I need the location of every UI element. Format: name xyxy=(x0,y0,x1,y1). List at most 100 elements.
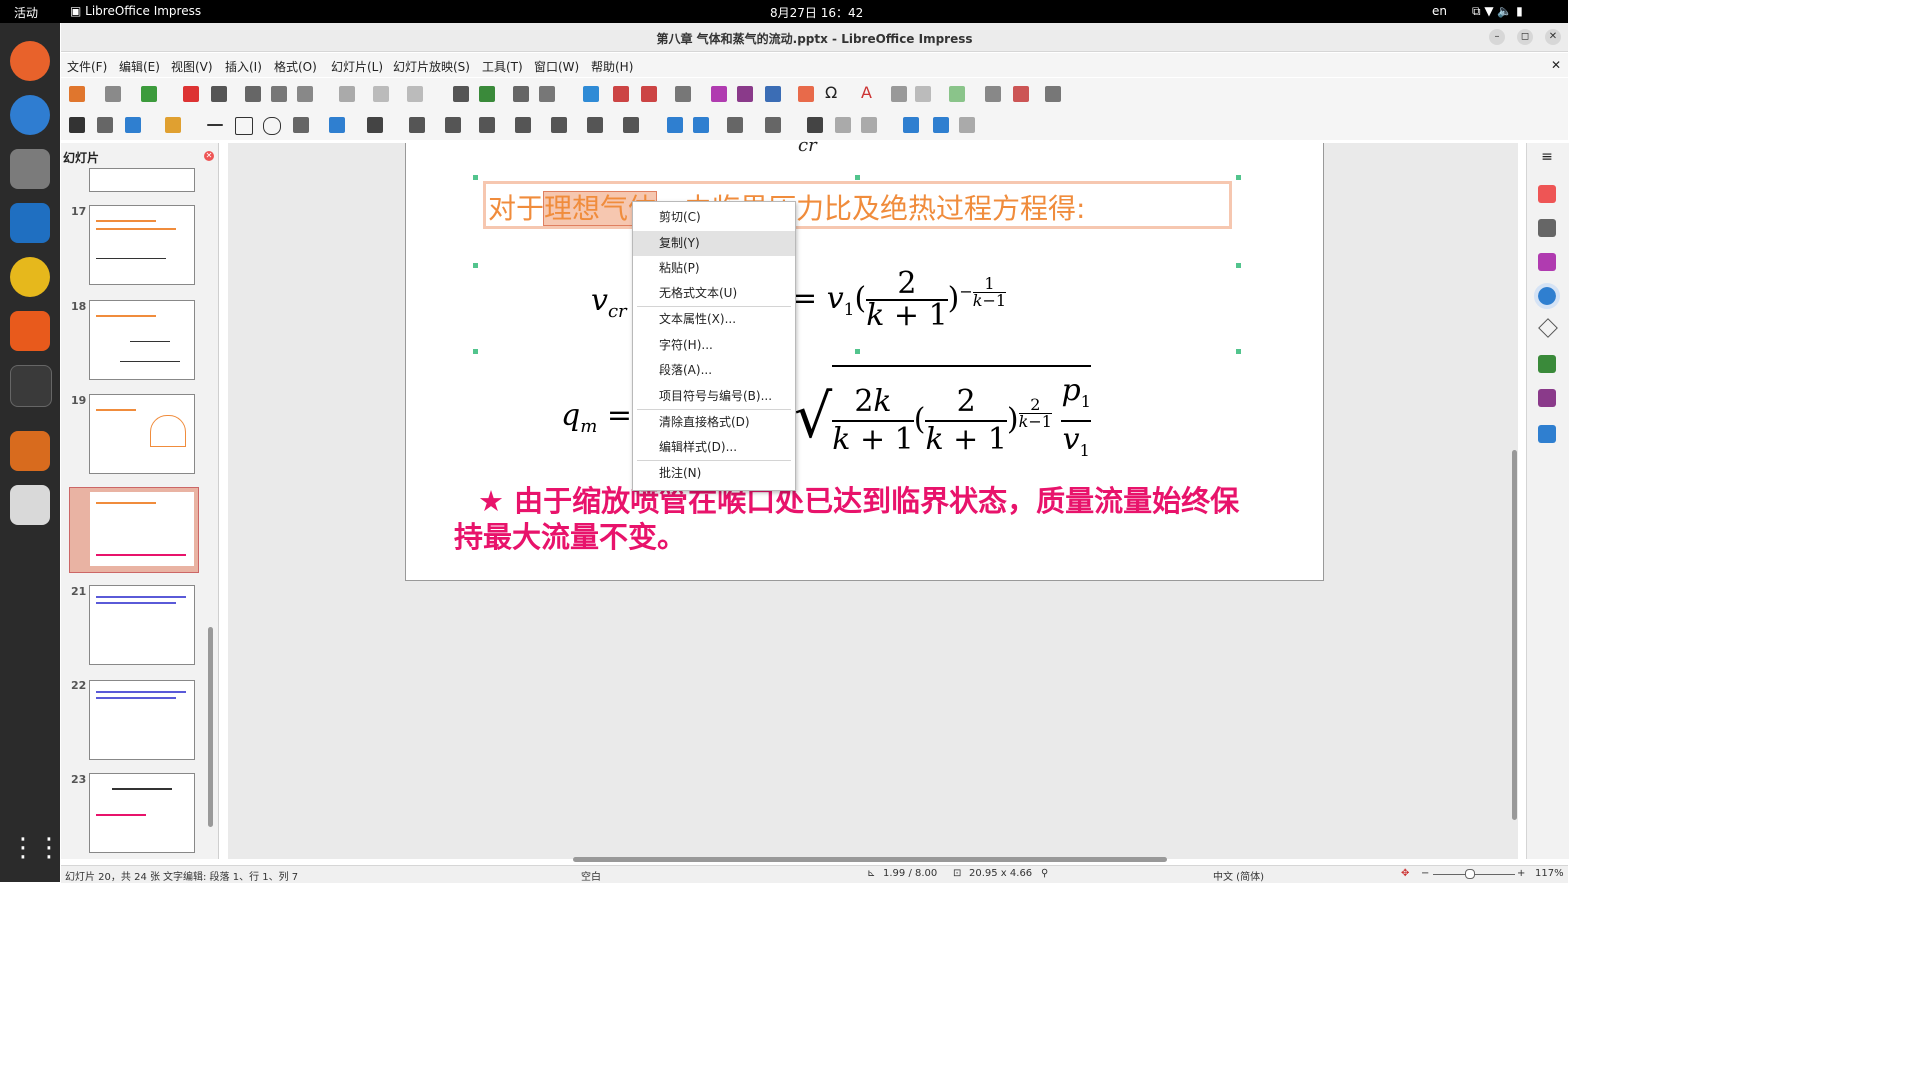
print-icon[interactable] xyxy=(211,86,227,102)
menu-text-attributes[interactable]: 文本属性(X)... xyxy=(633,307,795,332)
redo-icon[interactable] xyxy=(407,86,423,102)
rhythmbox-icon[interactable] xyxy=(10,257,50,297)
slide-thumb-18[interactable] xyxy=(89,300,195,380)
save-icon[interactable] xyxy=(141,86,157,102)
thunderbird-icon[interactable] xyxy=(10,95,50,135)
terminal-icon[interactable] xyxy=(10,365,52,407)
zoom-in-icon[interactable]: + xyxy=(1517,868,1525,879)
fit-slide-icon[interactable]: ✥ xyxy=(1401,868,1409,879)
menu-tools[interactable]: 工具(T) xyxy=(482,58,523,75)
export-pdf-icon[interactable] xyxy=(183,86,199,102)
master-slide-icon[interactable] xyxy=(583,86,599,102)
heading-textbox[interactable]: 对于理想气体，由临界压力比及绝热过程方程得: xyxy=(483,181,1232,229)
open-icon[interactable] xyxy=(105,86,121,102)
menu-format[interactable]: 格式(O) xyxy=(274,58,317,75)
comment-icon[interactable] xyxy=(949,86,965,102)
firefox-icon[interactable] xyxy=(10,41,50,81)
close-pane-icon[interactable]: ✕ xyxy=(204,151,214,161)
trash-icon[interactable] xyxy=(10,485,50,525)
slide-canvas[interactable]: cr 对于理想气体，由临界压力比及绝热过程方程得: vcr = v1(2 k + … xyxy=(405,135,1324,581)
symbol-shapes-icon[interactable] xyxy=(445,117,461,133)
spelling-icon[interactable] xyxy=(479,86,495,102)
slide-thumb-23[interactable] xyxy=(89,773,195,853)
flowchart-icon[interactable] xyxy=(515,117,531,133)
find-replace-icon[interactable] xyxy=(453,86,469,102)
special-character-icon[interactable]: Ω xyxy=(825,83,841,102)
slide-transition-icon[interactable] xyxy=(1538,219,1556,237)
start-current-slide-icon[interactable] xyxy=(641,86,657,102)
close-document-icon[interactable]: ✕ xyxy=(1551,58,1561,72)
curves-icon[interactable] xyxy=(329,117,345,133)
menu-paragraph[interactable]: 段落(A)... xyxy=(633,358,795,383)
align-icon[interactable] xyxy=(693,117,709,133)
rectangle-icon[interactable] xyxy=(235,117,253,135)
menu-edit-style[interactable]: 编辑样式(D)... xyxy=(633,435,795,460)
arrange-icon[interactable] xyxy=(727,117,743,133)
sidebar-menu-icon[interactable]: ≡ xyxy=(1538,149,1556,167)
textbox-icon[interactable] xyxy=(798,86,814,102)
clone-format-icon[interactable] xyxy=(339,86,355,102)
rotate-icon[interactable] xyxy=(667,117,683,133)
menu-help[interactable]: 帮助(H) xyxy=(591,58,633,75)
navigator-icon[interactable] xyxy=(1534,283,1560,309)
chart-icon[interactable] xyxy=(765,86,781,102)
header-footer-icon[interactable] xyxy=(985,86,1001,102)
line-color-icon[interactable] xyxy=(125,117,141,133)
display-views-icon[interactable] xyxy=(539,86,555,102)
gallery-icon[interactable] xyxy=(1538,389,1556,407)
slide-pane-scrollbar[interactable] xyxy=(208,627,213,827)
hyperlink-icon[interactable] xyxy=(891,86,907,102)
slide-thumb-21[interactable] xyxy=(89,585,195,665)
slide-thumb-17[interactable] xyxy=(89,205,195,285)
grid-icon[interactable] xyxy=(513,86,529,102)
activities-button[interactable]: 活动 xyxy=(14,4,38,21)
app-grid-icon[interactable]: ⋮⋮ xyxy=(10,828,62,868)
slide-thumb-16[interactable] xyxy=(89,168,195,192)
shapes-icon[interactable] xyxy=(1045,86,1061,102)
draw-icon[interactable] xyxy=(915,86,931,102)
menu-view[interactable]: 视图(V) xyxy=(171,58,213,75)
fontwork-icon[interactable]: A xyxy=(861,83,877,102)
menu-file[interactable]: 文件(F) xyxy=(67,58,107,75)
line-icon[interactable] xyxy=(207,124,223,126)
distribute-icon[interactable] xyxy=(765,117,781,133)
properties-icon[interactable] xyxy=(1538,185,1556,203)
zoom-slider-thumb[interactable] xyxy=(1465,869,1475,879)
zoom-pan-icon[interactable] xyxy=(97,117,113,133)
3d-objects-icon[interactable] xyxy=(623,117,639,133)
start-first-slide-icon[interactable] xyxy=(613,86,629,102)
menu-insert[interactable]: 插入(I) xyxy=(225,58,262,75)
fill-color-icon[interactable] xyxy=(165,117,181,133)
shapes-gallery-icon[interactable] xyxy=(1538,318,1558,338)
menu-copy[interactable]: 复制(Y) xyxy=(633,231,795,256)
show-draw-functions-icon[interactable] xyxy=(1013,86,1029,102)
media-icon[interactable] xyxy=(737,86,753,102)
copy-icon[interactable] xyxy=(271,86,287,102)
files-icon[interactable] xyxy=(10,149,50,189)
table-icon[interactable] xyxy=(675,86,691,102)
menu-bullets-numbering[interactable]: 项目符号与编号(B)... xyxy=(633,384,795,409)
menu-slide[interactable]: 幻灯片(L) xyxy=(331,58,383,75)
crop-icon[interactable] xyxy=(835,117,851,133)
menu-paste-unformatted[interactable]: 无格式文本(U) xyxy=(633,281,795,306)
connectors-icon[interactable] xyxy=(367,117,383,133)
software-center-icon[interactable] xyxy=(10,311,50,351)
slide-thumb-22[interactable] xyxy=(89,680,195,760)
layout-name[interactable]: 空白 xyxy=(581,868,601,883)
slide-thumb-19[interactable] xyxy=(89,394,195,474)
minimize-button[interactable]: – xyxy=(1489,29,1505,45)
shadow-icon[interactable] xyxy=(807,117,823,133)
glue-points-icon[interactable] xyxy=(933,117,949,133)
styles-icon[interactable] xyxy=(1538,425,1556,443)
toggle-extrusion-icon[interactable] xyxy=(959,117,975,133)
clock[interactable]: 8月27日 16：42 xyxy=(770,4,863,21)
menu-edit[interactable]: 编辑(E) xyxy=(119,58,160,75)
stars-icon[interactable] xyxy=(587,117,603,133)
lines-arrows-icon[interactable] xyxy=(293,117,309,133)
ellipse-icon[interactable] xyxy=(263,117,281,135)
menu-comment[interactable]: 批注(N) xyxy=(633,461,795,486)
slide-thumb-20-selected[interactable] xyxy=(69,487,199,573)
vertical-scrollbar[interactable] xyxy=(1512,450,1517,820)
animation-icon[interactable] xyxy=(1538,253,1556,271)
horizontal-scrollbar[interactable] xyxy=(573,857,1167,862)
